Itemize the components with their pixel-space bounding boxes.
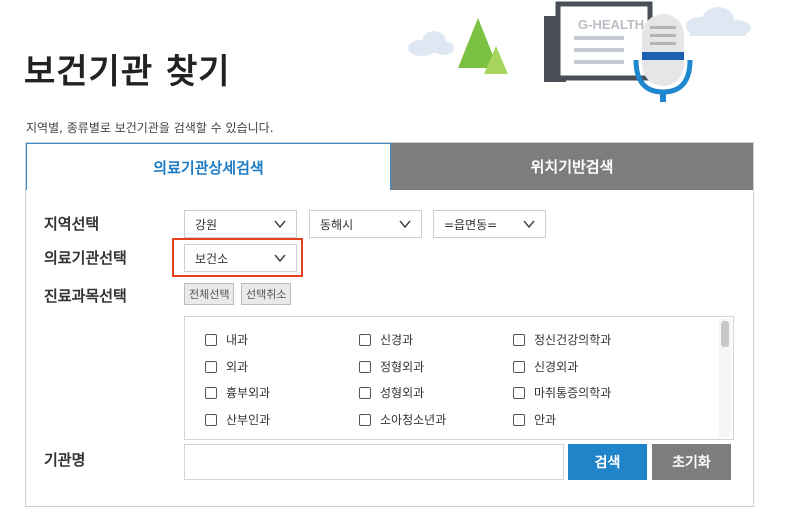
checkbox-icon <box>513 386 525 399</box>
department-checkbox[interactable]: 소아청소년과 <box>359 411 446 428</box>
city-select-value: 동해시 <box>320 217 354 232</box>
microphone-icon <box>633 14 693 102</box>
tree-icon <box>458 18 508 74</box>
department-checkbox[interactable]: 안과 <box>513 411 556 428</box>
district-select[interactable]: =읍면동= <box>433 210 546 238</box>
search-panel: 의료기관상세검색 위치기반검색 지역선택 강원 동해시 =읍면동= 의료기관선택… <box>25 142 754 507</box>
deselect-all-button[interactable]: 선택취소 <box>241 283 292 305</box>
chevron-down-icon <box>523 220 535 229</box>
search-button[interactable]: 검색 <box>568 444 647 480</box>
department-checkbox[interactable]: 내과 <box>205 331 248 348</box>
checkbox-icon <box>513 413 525 426</box>
checkbox-icon <box>359 386 371 399</box>
department-checkbox[interactable]: 성형외과 <box>359 384 424 401</box>
province-select-value: 강원 <box>195 217 218 232</box>
banner-text: G-HEALTH <box>578 17 644 32</box>
chevron-down-icon <box>274 220 286 229</box>
checkbox-icon <box>359 360 371 373</box>
checkbox-icon <box>205 413 217 426</box>
department-name: 소아청소년과 <box>380 413 447 427</box>
scrollbar-thumb[interactable] <box>721 321 729 347</box>
chevron-down-icon <box>399 220 411 229</box>
page-title: 보건기관 찾기 <box>24 52 231 92</box>
cloud-icon <box>686 7 751 36</box>
checkbox-icon <box>359 413 371 426</box>
department-name: 정형외과 <box>380 360 425 374</box>
select-all-button[interactable]: 전체선택 <box>184 283 235 305</box>
city-select[interactable]: 동해시 <box>309 210 422 238</box>
department-name: 마취통증의학과 <box>534 386 612 400</box>
checkbox-icon <box>359 333 371 346</box>
department-checkbox[interactable]: 정신건강의학과 <box>513 331 611 348</box>
department-name: 안과 <box>534 413 557 427</box>
page-subtitle: 지역별, 종류별로 보건기관을 검색할 수 있습니다. <box>26 121 274 135</box>
cloud-icon <box>408 31 454 56</box>
institution-label: 의료기관선택 <box>44 249 127 267</box>
department-checkbox[interactable]: 산부인과 <box>205 411 270 428</box>
department-checkbox[interactable]: 신경과 <box>359 331 413 348</box>
department-checkbox[interactable]: 마취통증의학과 <box>513 384 611 401</box>
checkbox-icon <box>205 386 217 399</box>
institution-select-value: 보건소 <box>195 251 229 266</box>
tab-detail-search[interactable]: 의료기관상세검색 <box>26 143 391 190</box>
department-name: 흉부외과 <box>226 386 271 400</box>
institution-name-input[interactable] <box>184 444 564 480</box>
region-label: 지역선택 <box>44 215 100 233</box>
checkbox-icon <box>513 333 525 346</box>
checkbox-icon <box>513 360 525 373</box>
department-checkbox[interactable]: 정형외과 <box>359 358 424 375</box>
department-label: 진료과목선택 <box>44 287 127 305</box>
checkbox-icon <box>205 333 217 346</box>
document-icon <box>544 1 653 82</box>
department-name: 내과 <box>226 333 249 347</box>
province-select[interactable]: 강원 <box>184 210 297 238</box>
checkbox-icon <box>205 360 217 373</box>
tab-location-search[interactable]: 위치기반검색 <box>391 143 753 190</box>
department-checkbox[interactable]: 외과 <box>205 358 248 375</box>
department-checkbox[interactable]: 흉부외과 <box>205 384 270 401</box>
name-label: 기관명 <box>44 451 86 469</box>
g-health-banner: G-HEALTH <box>408 1 751 102</box>
department-list[interactable]: 내과 신경과 정신건강의학과 외과 정형외과 신경외과 흉부외과 성형외과 마취… <box>184 316 734 440</box>
department-name: 성형외과 <box>380 386 425 400</box>
institution-select[interactable]: 보건소 <box>184 244 297 272</box>
reset-button[interactable]: 초기화 <box>652 444 731 480</box>
department-checkbox[interactable]: 신경외과 <box>513 358 578 375</box>
department-name: 신경과 <box>380 333 414 347</box>
chevron-down-icon <box>274 254 286 263</box>
search-tabs: 의료기관상세검색 위치기반검색 <box>26 143 753 190</box>
department-name: 외과 <box>226 360 249 374</box>
district-select-value: =읍면동= <box>444 217 498 232</box>
department-name: 산부인과 <box>226 413 271 427</box>
department-name: 신경외과 <box>534 360 579 374</box>
department-name: 정신건강의학과 <box>534 333 612 347</box>
